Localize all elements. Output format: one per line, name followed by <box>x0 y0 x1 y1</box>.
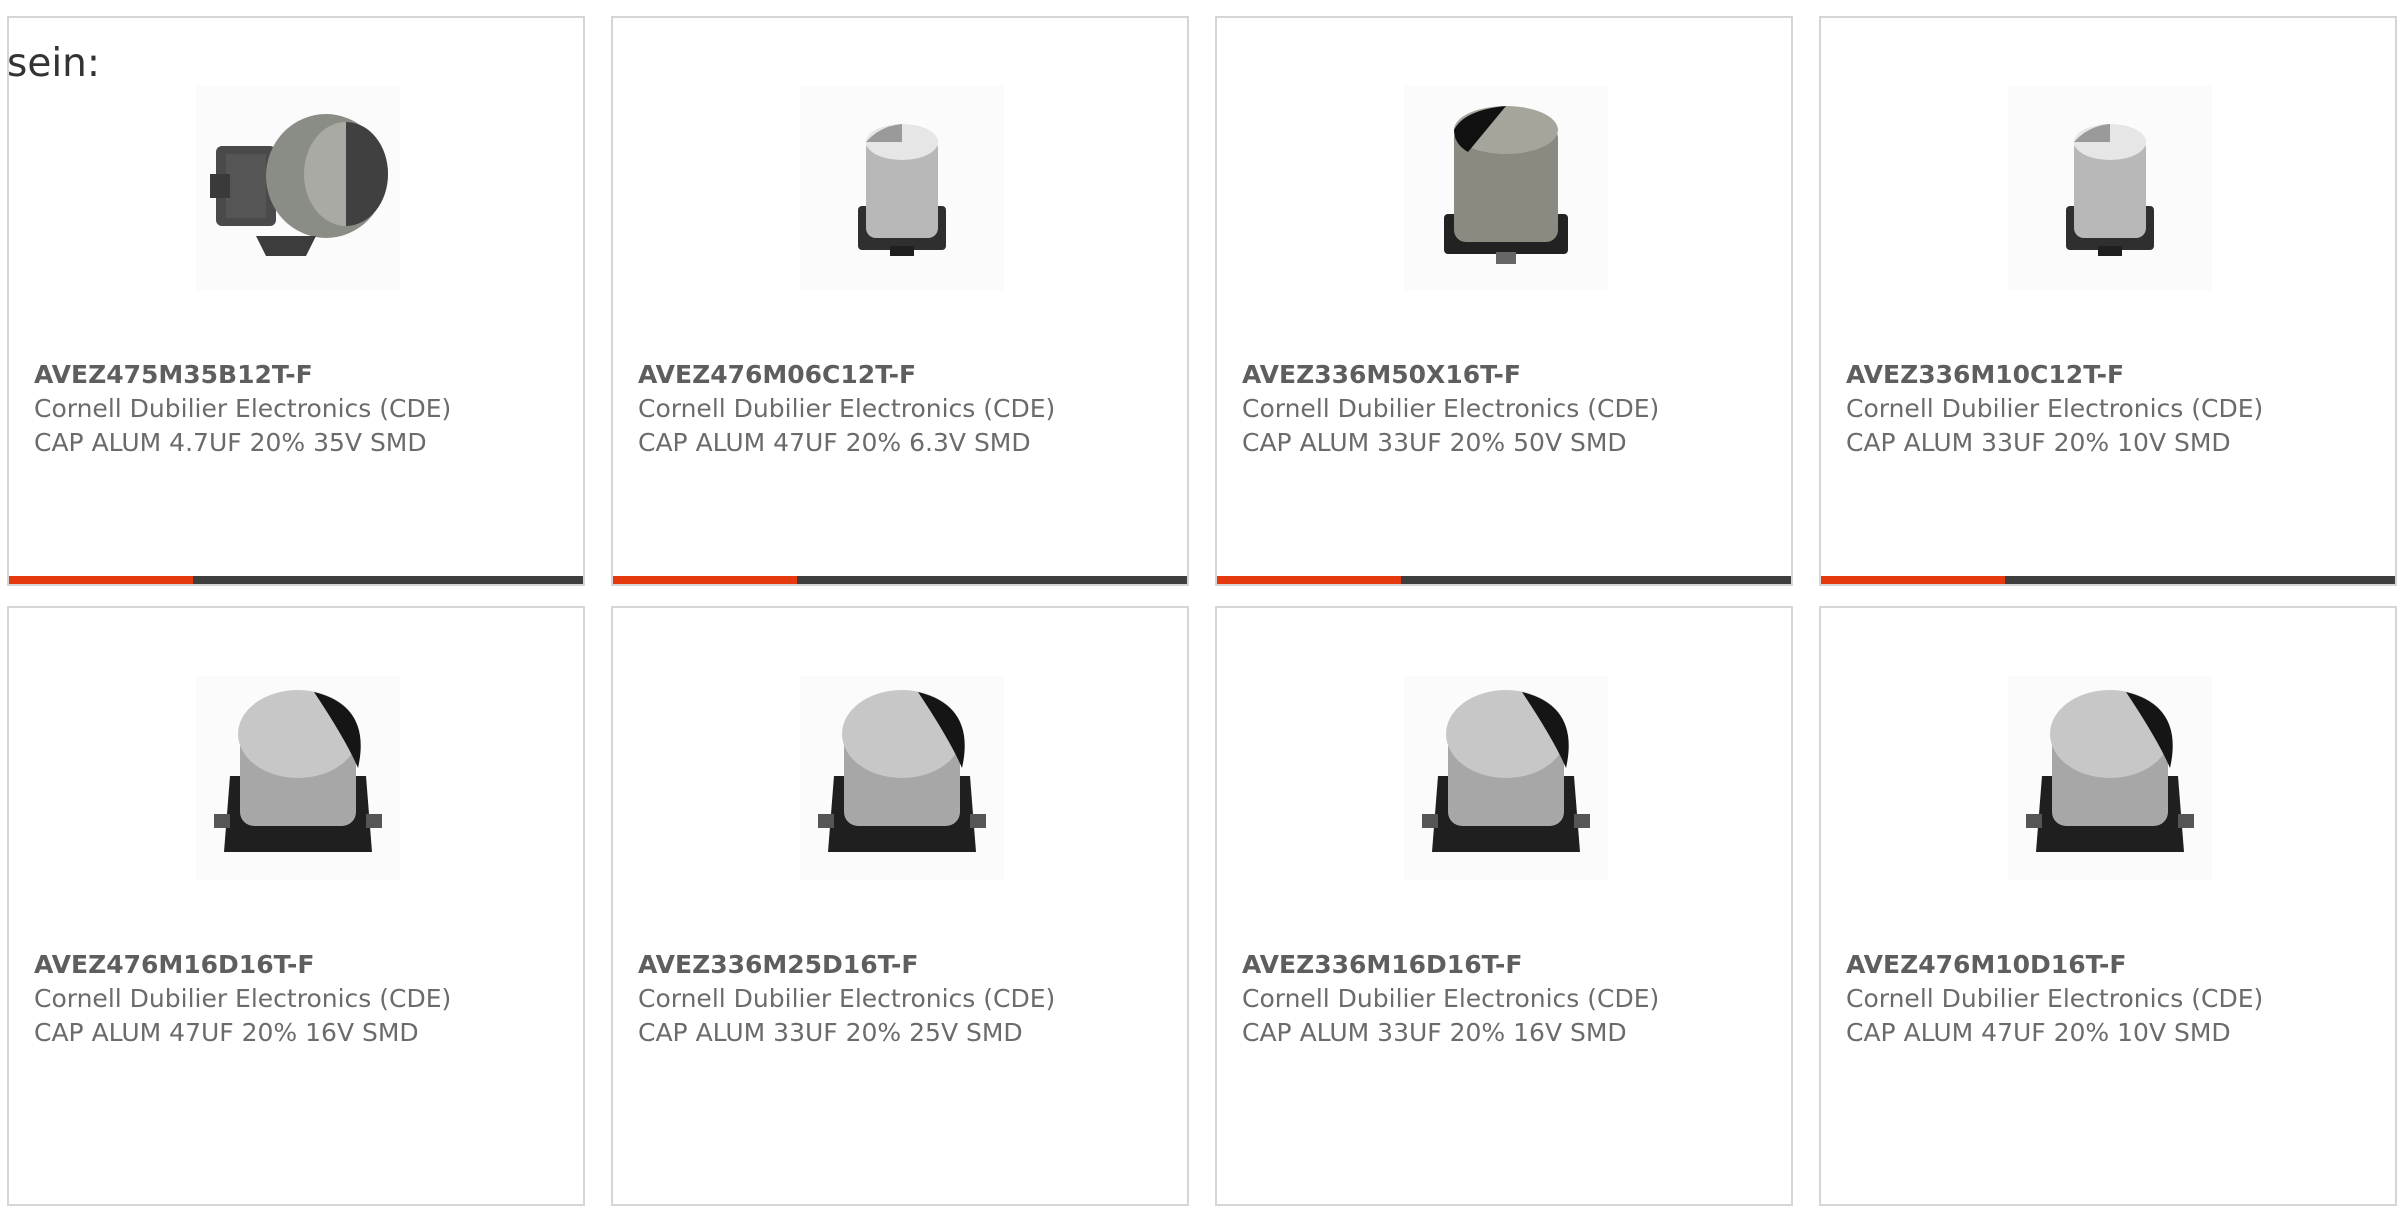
product-card[interactable]: AVEZ336M25D16T-F Cornell Dubilier Electr… <box>611 606 1189 1206</box>
description: CAP ALUM 47UF 20% 10V SMD <box>1846 1018 2231 1047</box>
capacitor-large-icon[interactable] <box>196 676 400 880</box>
progress-bar <box>1217 576 1791 584</box>
product-grid: AVEZ475M35B12T-F Cornell Dubilier Electr… <box>7 16 2400 1206</box>
description: CAP ALUM 33UF 20% 25V SMD <box>638 1018 1023 1047</box>
manufacturer: Cornell Dubilier Electronics (CDE) <box>1242 394 1660 423</box>
capacitor-side-icon[interactable] <box>196 86 400 290</box>
description: CAP ALUM 33UF 20% 10V SMD <box>1846 428 2231 457</box>
product-info: AVEZ336M16D16T-F Cornell Dubilier Electr… <box>1242 948 1781 1050</box>
product-card[interactable]: AVEZ336M10C12T-F Cornell Dubilier Electr… <box>1819 16 2397 586</box>
product-card[interactable]: AVEZ336M50X16T-F Cornell Dubilier Electr… <box>1215 16 1793 586</box>
part-number[interactable]: AVEZ336M16D16T-F <box>1242 948 1781 982</box>
manufacturer: Cornell Dubilier Electronics (CDE) <box>1846 394 2264 423</box>
description: CAP ALUM 47UF 20% 6.3V SMD <box>638 428 1031 457</box>
product-card[interactable]: AVEZ475M35B12T-F Cornell Dubilier Electr… <box>7 16 585 586</box>
intro-text: sein: <box>7 41 101 86</box>
part-number[interactable]: AVEZ476M06C12T-F <box>638 358 1177 392</box>
part-number[interactable]: AVEZ476M16D16T-F <box>34 948 573 982</box>
part-number[interactable]: AVEZ336M10C12T-F <box>1846 358 2385 392</box>
capacitor-large-icon[interactable] <box>800 676 1004 880</box>
product-info: AVEZ336M10C12T-F Cornell Dubilier Electr… <box>1846 358 2385 460</box>
progress-bar <box>9 576 583 584</box>
product-card[interactable]: AVEZ476M10D16T-F Cornell Dubilier Electr… <box>1819 606 2397 1206</box>
part-number[interactable]: AVEZ336M25D16T-F <box>638 948 1177 982</box>
capacitor-large-icon[interactable] <box>2008 676 2212 880</box>
description: CAP ALUM 47UF 20% 16V SMD <box>34 1018 419 1047</box>
product-card[interactable]: AVEZ336M16D16T-F Cornell Dubilier Electr… <box>1215 606 1793 1206</box>
manufacturer: Cornell Dubilier Electronics (CDE) <box>1846 984 2264 1013</box>
progress-bar <box>613 576 1187 584</box>
manufacturer: Cornell Dubilier Electronics (CDE) <box>34 394 452 423</box>
capacitor-dark-icon[interactable] <box>1404 86 1608 290</box>
product-info: AVEZ336M50X16T-F Cornell Dubilier Electr… <box>1242 358 1781 460</box>
product-info: AVEZ476M10D16T-F Cornell Dubilier Electr… <box>1846 948 2385 1050</box>
product-info: AVEZ336M25D16T-F Cornell Dubilier Electr… <box>638 948 1177 1050</box>
product-card[interactable]: AVEZ476M06C12T-F Cornell Dubilier Electr… <box>611 16 1189 586</box>
part-number[interactable]: AVEZ475M35B12T-F <box>34 358 573 392</box>
description: CAP ALUM 33UF 20% 16V SMD <box>1242 1018 1627 1047</box>
manufacturer: Cornell Dubilier Electronics (CDE) <box>638 394 1056 423</box>
manufacturer: Cornell Dubilier Electronics (CDE) <box>638 984 1056 1013</box>
progress-fill <box>613 576 797 584</box>
part-number[interactable]: AVEZ336M50X16T-F <box>1242 358 1781 392</box>
progress-fill <box>9 576 193 584</box>
product-info: AVEZ476M06C12T-F Cornell Dubilier Electr… <box>638 358 1177 460</box>
description: CAP ALUM 4.7UF 20% 35V SMD <box>34 428 427 457</box>
product-card[interactable]: AVEZ476M16D16T-F Cornell Dubilier Electr… <box>7 606 585 1206</box>
progress-fill <box>1217 576 1401 584</box>
progress-fill <box>1821 576 2005 584</box>
progress-bar <box>1821 576 2395 584</box>
capacitor-small-icon[interactable] <box>800 86 1004 290</box>
manufacturer: Cornell Dubilier Electronics (CDE) <box>34 984 452 1013</box>
capacitor-large-icon[interactable] <box>1404 676 1608 880</box>
product-info: AVEZ475M35B12T-F Cornell Dubilier Electr… <box>34 358 573 460</box>
description: CAP ALUM 33UF 20% 50V SMD <box>1242 428 1627 457</box>
capacitor-small-icon[interactable] <box>2008 86 2212 290</box>
part-number[interactable]: AVEZ476M10D16T-F <box>1846 948 2385 982</box>
manufacturer: Cornell Dubilier Electronics (CDE) <box>1242 984 1660 1013</box>
product-info: AVEZ476M16D16T-F Cornell Dubilier Electr… <box>34 948 573 1050</box>
